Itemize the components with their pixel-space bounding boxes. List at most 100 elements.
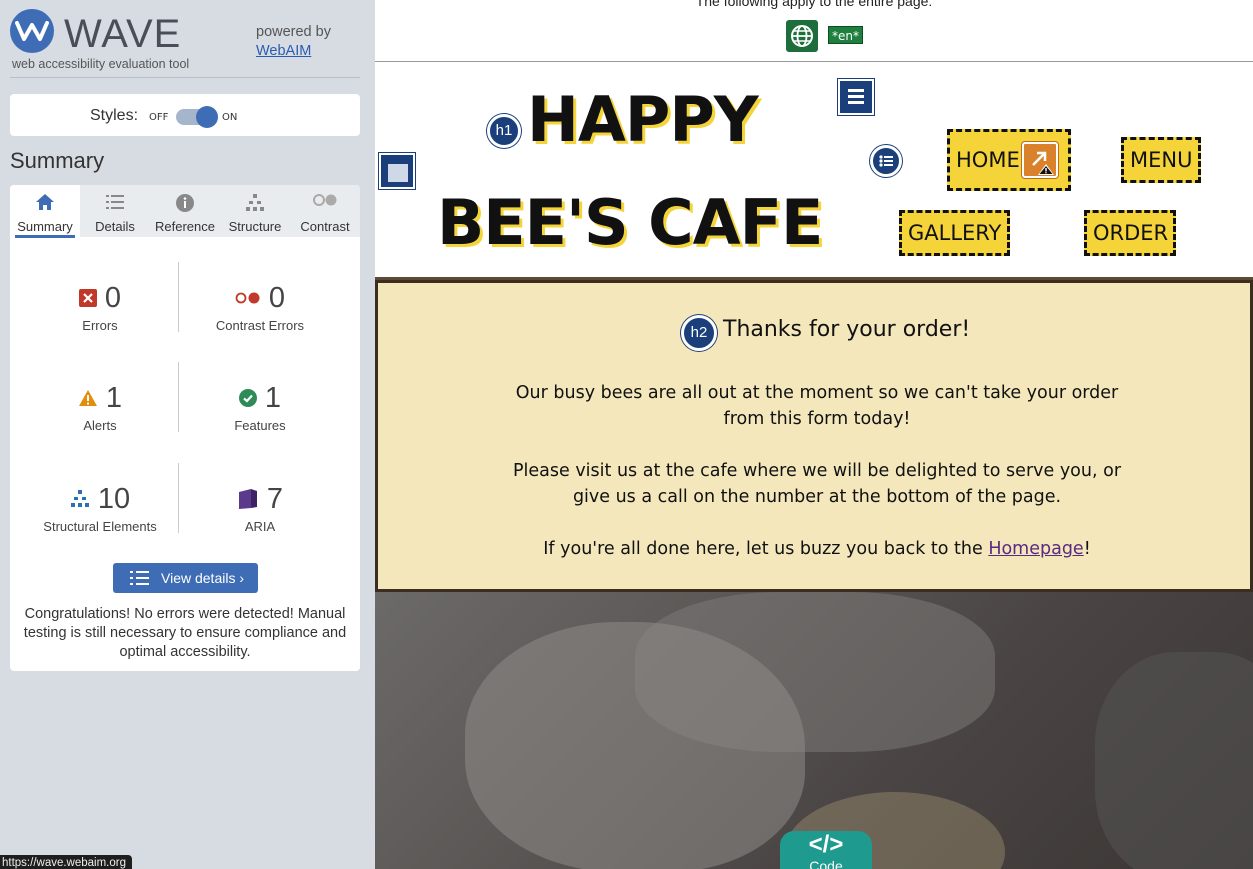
- panel-tabs: Summary Details Reference Structure Cont…: [10, 185, 360, 238]
- stat-aria[interactable]: 7 ARIA: [180, 481, 340, 534]
- congrats-message: Congratulations! No errors were detected…: [23, 606, 347, 660]
- tab-summary-label: Summary: [15, 219, 75, 238]
- wave-logo-text: WAVE: [64, 12, 182, 56]
- tab-reference-label: Reference: [155, 219, 215, 234]
- alerts-label: Alerts: [83, 418, 117, 433]
- order-paragraph-3: If you're all done here, let us buzz you…: [378, 536, 1253, 562]
- order-paragraph-3-end: !: [1083, 539, 1091, 559]
- order-heading: Thanks for your order!: [723, 317, 971, 342]
- header-region-icon[interactable]: [379, 153, 415, 189]
- wave-logo-row: WAVE web accessibility evaluation tool p…: [10, 8, 360, 78]
- contrast-errors-count: 0: [268, 281, 286, 314]
- document-level-bar: The following apply to the entire page: …: [375, 0, 1253, 62]
- site-title-line2: BEE'S CAFE: [437, 186, 823, 259]
- stat-features[interactable]: 1 Features: [180, 380, 340, 434]
- wave-tagline: web accessibility evaluation tool: [12, 57, 190, 71]
- feature-check-icon: [238, 389, 257, 407]
- nav-menu-label: MENU: [1130, 148, 1193, 172]
- status-bar-url: https://wave.webaim.org: [0, 855, 133, 869]
- wave-sidebar: WAVE web accessibility evaluation tool p…: [0, 0, 375, 869]
- evaluated-page: The following apply to the entire page: …: [375, 0, 1253, 869]
- hero-photo: [375, 592, 1253, 869]
- contrast-error-icon: [235, 292, 260, 304]
- h2-badge-text: h2: [690, 324, 708, 341]
- tab-details[interactable]: Details: [80, 185, 150, 237]
- document-note: The following apply to the entire page:: [695, 0, 933, 9]
- divider: [178, 362, 179, 432]
- order-paragraph-1: Our busy bees are all out at the moment …: [378, 380, 1253, 432]
- alerts-count: 1: [105, 381, 123, 414]
- language-badge[interactable]: *en*: [828, 26, 863, 44]
- divider: [178, 463, 179, 533]
- webaim-link[interactable]: WebAIM: [256, 43, 311, 59]
- home-icon: [36, 194, 54, 210]
- structural-label: Structural Elements: [43, 519, 157, 534]
- nav-order-link[interactable]: ORDER: [1084, 210, 1176, 256]
- nav-gallery-label: GALLERY: [908, 221, 1002, 245]
- styles-on-label: ON: [222, 112, 238, 123]
- tab-details-label: Details: [95, 219, 135, 234]
- powered-by-text: powered by: [256, 24, 331, 40]
- view-details-button[interactable]: View details ›: [113, 563, 258, 593]
- nav-home-label: HOME: [956, 148, 1020, 172]
- stat-structural[interactable]: 10 Structural Elements: [20, 481, 180, 535]
- order-paragraph-2-line-1: Please visit us at the cafe where we wil…: [512, 461, 1122, 481]
- order-paragraph-1-line-2: from this form today!: [723, 409, 911, 429]
- styles-toggle-box: Styles: OFF ON: [10, 94, 360, 136]
- contrast-errors-label: Contrast Errors: [215, 318, 305, 333]
- structure-icon: [70, 490, 89, 507]
- nav-order-label: ORDER: [1093, 221, 1169, 245]
- tab-contrast[interactable]: Contrast: [290, 185, 360, 237]
- navigation-region-icon[interactable]: [838, 79, 874, 115]
- alert-icon: [78, 390, 97, 406]
- tab-reference[interactable]: Reference: [150, 185, 220, 237]
- order-confirmation-section: h2 Thanks for your order! Our busy bees …: [375, 280, 1253, 592]
- wave-logo-icon: [10, 9, 54, 53]
- powered-by: powered by WebAIM: [256, 23, 331, 61]
- homepage-link[interactable]: Homepage: [988, 539, 1083, 559]
- errors-label: Errors: [82, 318, 118, 333]
- tab-summary[interactable]: Summary: [10, 185, 80, 238]
- styles-off-label: OFF: [149, 112, 169, 123]
- stat-errors[interactable]: 0 Errors: [20, 280, 180, 333]
- toggle-knob: [196, 106, 218, 128]
- redundant-link-alert-icon[interactable]: [1022, 142, 1058, 178]
- order-paragraph-3-text: If you're all done here, let us buzz you…: [543, 539, 989, 559]
- aria-label: ARIA: [244, 519, 276, 534]
- structure-icon: [246, 194, 264, 211]
- site-title-line1: HAPPY: [527, 83, 759, 156]
- order-paragraph-2: Please visit us at the cafe where we wil…: [378, 458, 1253, 510]
- h1-badge-text: h1: [495, 122, 513, 139]
- list-icon: [106, 195, 124, 209]
- errors-count: 0: [104, 281, 122, 314]
- error-icon: [78, 289, 97, 307]
- divider: [178, 262, 179, 332]
- info-icon: [176, 194, 194, 212]
- photo-background-shape: [1095, 652, 1253, 869]
- order-paragraph-1-line-1: Our busy bees are all out at the moment …: [515, 383, 1119, 403]
- stat-contrast-errors[interactable]: 0 Contrast Errors: [180, 280, 340, 334]
- photo-hand-shape: [465, 622, 805, 869]
- contrast-icon: [313, 194, 337, 206]
- tab-contrast-label: Contrast: [300, 219, 350, 234]
- tab-structure[interactable]: Structure: [220, 185, 290, 237]
- h1-badge[interactable]: h1: [487, 114, 521, 148]
- features-count: 1: [264, 381, 282, 414]
- nav-gallery-link[interactable]: GALLERY: [899, 210, 1010, 256]
- code-toggle-tab[interactable]: </> Code: [780, 831, 872, 869]
- nav-menu-link[interactable]: MENU: [1121, 137, 1201, 183]
- tab-structure-label: Structure: [228, 219, 282, 234]
- summary-heading: Summary: [10, 148, 105, 173]
- styles-label: Styles:: [90, 107, 139, 124]
- aria-count: 7: [266, 482, 284, 515]
- styles-toggle-switch[interactable]: [176, 106, 218, 128]
- site-header: h1 HAPPY BEE'S CAFE HOME MENU GALLERY OR…: [375, 63, 1253, 280]
- h2-badge[interactable]: h2: [681, 315, 717, 351]
- globe-language-icon[interactable]: [786, 20, 818, 52]
- order-paragraph-2-line-2: give us a call on the number at the bott…: [572, 487, 1062, 507]
- code-tab-label: Code: [809, 858, 843, 869]
- aria-icon: [238, 489, 257, 509]
- stat-alerts[interactable]: 1 Alerts: [20, 380, 180, 433]
- summary-panel: Summary Details Reference Structure Cont…: [10, 185, 360, 671]
- unordered-list-icon[interactable]: [870, 145, 902, 177]
